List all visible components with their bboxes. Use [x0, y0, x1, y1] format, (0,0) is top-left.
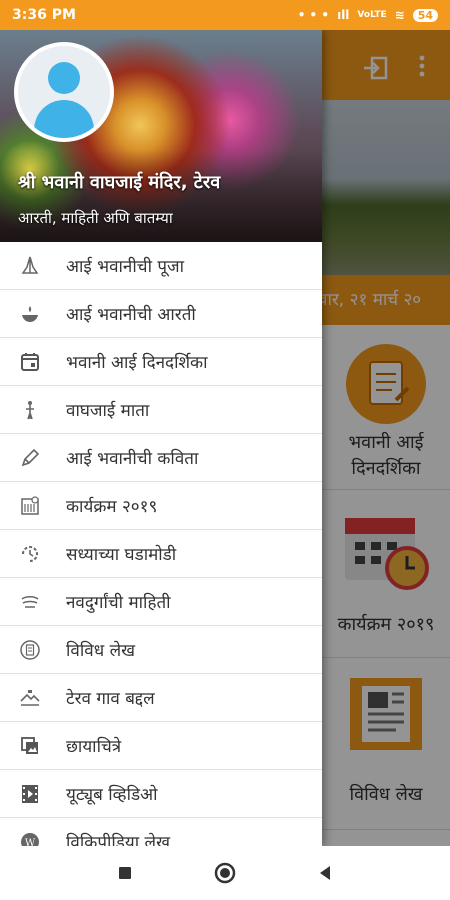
square-icon [119, 867, 131, 879]
video-icon [18, 782, 42, 806]
back-button[interactable] [310, 858, 340, 888]
status-bar: 3:36 PM • • • ıll VoLTE ≋ 54 [0, 0, 450, 30]
menu-item-label: आई भवानीची आरती [66, 305, 196, 325]
home-button[interactable] [210, 858, 240, 888]
menu-item-label: यूट्यूब व्हिडिओ [66, 785, 158, 805]
menu-item-label: विविध लेख [66, 641, 136, 661]
menu-item-lekh[interactable]: विविध लेख [0, 626, 322, 674]
signal-icon: ıll [337, 8, 350, 22]
header-shade [0, 150, 322, 242]
article-icon [18, 638, 42, 662]
wifi-icon: ≋ [394, 8, 405, 22]
status-icons: • • • ıll VoLTE ≋ 54 [298, 8, 438, 22]
menu-item-label: छायाचित्रे [66, 737, 122, 757]
menu-item-label: सध्याच्या घडामोडी [66, 545, 177, 565]
menu-item-ghadamodi[interactable]: सध्याच्या घडामोडी [0, 530, 322, 578]
notification-dots-icon: • • • [297, 8, 330, 22]
volte-icon: VoLTE [357, 10, 387, 20]
menu-item-youtube[interactable]: यूट्यूब व्हिडिओ [0, 770, 322, 818]
menu-item-label: आई भवानीची पूजा [66, 257, 185, 277]
status-time: 3:36 PM [12, 7, 76, 23]
menu-item-waghjai[interactable]: वाघजाई माता [0, 386, 322, 434]
menu-item-photos[interactable]: छायाचित्रे [0, 722, 322, 770]
news-update-icon [18, 542, 42, 566]
menu-item-label: भवानी आई दिनदर्शिका [66, 353, 208, 373]
menu-item-puja[interactable]: आई भवानीची पूजा [0, 242, 322, 290]
diya-lamp-icon [18, 302, 42, 326]
info-icon [18, 590, 42, 614]
pen-icon [18, 446, 42, 470]
menu-item-calendar[interactable]: भवानी आई दिनदर्शिका [0, 338, 322, 386]
menu-item-label: वाघजाई माता [66, 401, 150, 421]
recent-apps-button[interactable] [110, 858, 140, 888]
menu-item-wikipedia[interactable]: W विकिपीडिया लेख [0, 818, 322, 846]
back-triangle-icon [320, 866, 330, 880]
menu-item-label: विकिपीडिया लेख [66, 833, 170, 846]
menu-item-karyakram[interactable]: कार्यक्रम २०१९ [0, 482, 322, 530]
drawer-header: श्री भवानी वाघजाई मंदिर, टेरव आरती, माहि… [0, 30, 322, 242]
user-avatar-icon [18, 46, 110, 138]
drawer-subtitle: आरती, माहिती अणि बातम्या [18, 209, 173, 227]
praying-hands-icon [18, 254, 42, 278]
goddess-icon [18, 398, 42, 422]
menu-item-navdurga[interactable]: नवदुर्गांची माहिती [0, 578, 322, 626]
menu-item-label: कार्यक्रम २०१९ [66, 497, 158, 517]
menu-item-label: टेरव गाव बद्दल [66, 689, 155, 709]
avatar[interactable] [14, 42, 114, 142]
menu-item-label: आई भवानीची कविता [66, 449, 199, 469]
system-navigation-bar [0, 846, 450, 900]
battery-icon: 54 [412, 8, 438, 22]
svg-text:W: W [25, 838, 36, 847]
navigation-drawer: श्री भवानी वाघजाई मंदिर, टेरव आरती, माहि… [0, 30, 322, 846]
drawer-menu: आई भवानीची पूजा आई भवानीची आरती भवानी आई… [0, 242, 322, 846]
wikipedia-icon: W [18, 830, 42, 847]
drawer-title: श्री भवानी वाघजाई मंदिर, टेरव [18, 172, 221, 193]
home-circle-icon [214, 862, 236, 884]
calendar-icon [18, 350, 42, 374]
menu-item-terav-gaon[interactable]: टेरव गाव बद्दल [0, 674, 322, 722]
menu-item-kavita[interactable]: आई भवानीची कविता [0, 434, 322, 482]
village-icon [18, 686, 42, 710]
menu-item-aarti[interactable]: आई भवानीची आरती [0, 290, 322, 338]
photos-icon [18, 734, 42, 758]
schedule-icon [18, 494, 42, 518]
menu-item-label: नवदुर्गांची माहिती [66, 593, 171, 613]
